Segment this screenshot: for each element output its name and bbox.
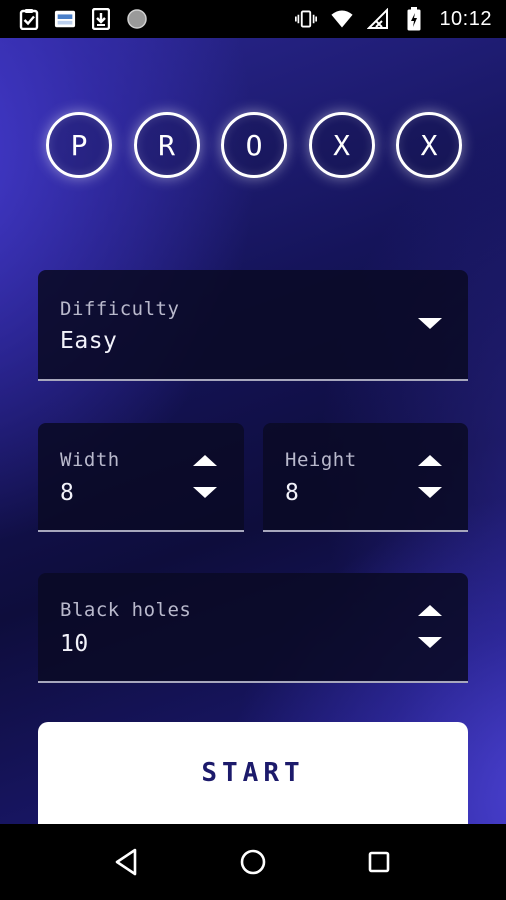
difficulty-label: Difficulty	[60, 298, 180, 320]
logo-letter-o: O	[221, 112, 287, 178]
no-signal-icon	[367, 8, 389, 30]
logo-letter-r: R	[133, 112, 200, 178]
black-holes-decrease-icon[interactable]	[418, 637, 442, 648]
width-value[interactable]: 8	[60, 480, 74, 506]
difficulty-select[interactable]: Difficulty Easy	[38, 270, 468, 381]
logo-letter-p: P	[46, 112, 112, 178]
width-increase-icon[interactable]	[193, 455, 217, 466]
height-stepper[interactable]: Height 8	[263, 423, 468, 532]
wifi-icon	[331, 8, 354, 30]
start-button[interactable]: START	[38, 722, 468, 824]
width-label: Width	[60, 449, 120, 471]
width-stepper[interactable]: Width 8	[38, 423, 244, 532]
circle-icon	[126, 8, 148, 30]
difficulty-value: Easy	[60, 328, 118, 354]
battery-charging-icon	[403, 7, 425, 31]
height-increase-icon[interactable]	[418, 455, 442, 466]
notification-icons	[18, 8, 148, 30]
sim-card-icon	[54, 8, 76, 30]
navigation-bar	[0, 824, 506, 900]
status-bar: 10:12	[0, 0, 506, 38]
black-holes-increase-icon[interactable]	[418, 605, 442, 616]
back-icon[interactable]	[112, 848, 140, 876]
height-value[interactable]: 8	[285, 480, 299, 506]
black-holes-label: Black holes	[60, 599, 192, 621]
height-decrease-icon[interactable]	[418, 487, 442, 498]
app-screen: P R O X X Difficulty Easy Width 8 Height…	[0, 38, 506, 824]
recents-icon[interactable]	[365, 848, 393, 876]
logo-letter-x1: X	[308, 112, 375, 178]
clipboard-check-icon	[18, 8, 40, 30]
dropdown-arrow-icon[interactable]	[418, 318, 442, 329]
clock: 10:12	[439, 7, 492, 30]
vibrate-icon	[295, 8, 318, 30]
black-holes-stepper[interactable]: Black holes 10	[38, 573, 468, 683]
logo-letter-x2: X	[396, 112, 462, 178]
black-holes-value[interactable]: 10	[60, 631, 89, 657]
home-icon[interactable]	[239, 848, 267, 876]
download-box-icon	[90, 8, 112, 30]
system-icons: 10:12	[295, 7, 492, 31]
width-decrease-icon[interactable]	[193, 487, 217, 498]
height-label: Height	[285, 449, 357, 471]
proxx-logo: P R O X X	[46, 112, 462, 180]
